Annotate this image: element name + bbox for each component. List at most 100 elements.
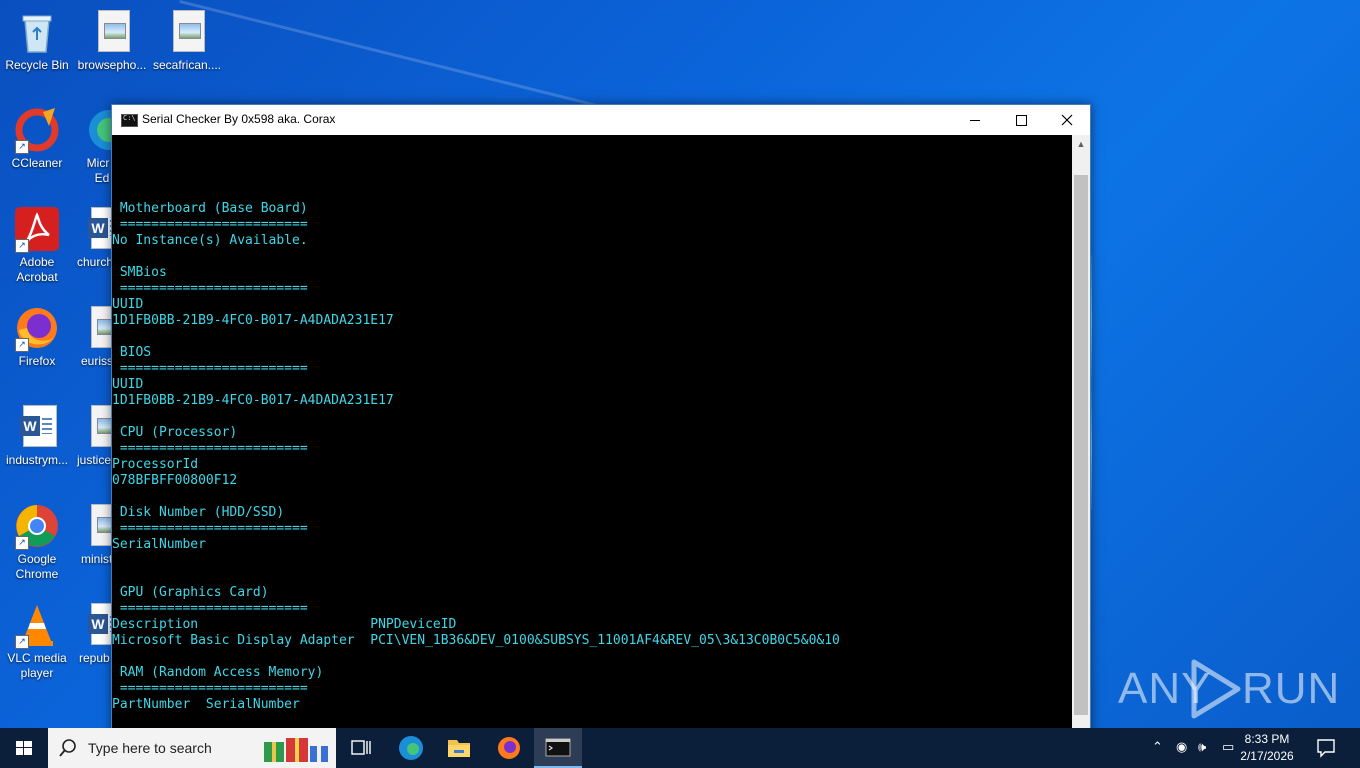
- word-doc-icon: W: [13, 403, 61, 451]
- notification-icon[interactable]: [1316, 738, 1336, 758]
- desktop-icon-label: VLC media: [7, 651, 67, 665]
- desktop-icon-vlc[interactable]: ↗ VLC media player: [0, 601, 74, 681]
- taskbar-clock[interactable]: 8:33 PM 2/17/2026: [1232, 731, 1302, 765]
- minimize-button[interactable]: [952, 105, 998, 135]
- taskbar-firefox[interactable]: [485, 728, 533, 768]
- desktop-icon-label: Acrobat: [16, 270, 58, 284]
- console-line: ========================: [112, 217, 308, 232]
- search-placeholder: Type here to search: [88, 740, 212, 756]
- anyrun-watermark: ANY RUN: [1118, 656, 1339, 722]
- task-view-icon: [351, 740, 371, 755]
- recycle-bin-icon: [13, 8, 61, 56]
- file-explorer-icon: [448, 740, 470, 757]
- play-logo-icon: [1191, 659, 1241, 719]
- desktop-icon-label: euriss: [81, 354, 111, 368]
- word-doc-icon: W: [81, 601, 111, 649]
- scrollbar-thumb[interactable]: [1074, 175, 1088, 715]
- image-file-icon: [81, 304, 111, 352]
- close-icon: [1061, 114, 1073, 126]
- desktop-icon-label: Adobe: [19, 255, 55, 269]
- desktop-icon-church[interactable]: W church: [75, 205, 111, 270]
- start-button[interactable]: [0, 728, 48, 768]
- word-doc-icon: W: [81, 205, 111, 253]
- gifts-highlight-icon: [264, 738, 328, 762]
- console-line: ========================: [112, 361, 308, 376]
- console-window[interactable]: Serial Checker By 0x598 aka. Corax Mothe…: [111, 104, 1091, 746]
- maximize-icon: [1015, 114, 1027, 126]
- console-line: SMBios: [112, 265, 167, 280]
- console-line: 1D1FB0BB-21B9-4FC0-B017-A4DADA231E17: [112, 313, 394, 328]
- desktop-icon-label: Chrome: [15, 567, 59, 581]
- console-scrollbar[interactable]: ▲: [1072, 135, 1090, 745]
- console-line: UUID: [112, 297, 144, 312]
- cmd-icon: [545, 738, 571, 757]
- desktop-icon-firefox[interactable]: ↗ Firefox: [0, 304, 74, 369]
- firefox-icon: ↗: [13, 304, 61, 352]
- vlc-icon: ↗: [13, 601, 61, 649]
- desktop-icon-label: justice: [77, 453, 111, 467]
- desktop-icon-label: CCleaner: [11, 156, 63, 170]
- desktop-icon-label: Recycle Bin: [5, 58, 69, 72]
- desktop-icon-ccleaner[interactable]: ↗ CCleaner: [0, 106, 74, 171]
- desktop-icon-label: church: [77, 255, 111, 269]
- taskbar: Type here to search ⌃ ◉ 🕪 ▭ 8:33 PM 2/17…: [0, 728, 1360, 768]
- taskbar-console[interactable]: [534, 728, 582, 768]
- desktop: Recycle Bin browsepho... secafrican.... …: [0, 0, 1360, 768]
- console-line: ========================: [112, 681, 308, 696]
- volume-icon[interactable]: 🕪: [1198, 740, 1206, 755]
- console-line: ========================: [112, 601, 308, 616]
- minimize-icon: [970, 119, 980, 121]
- edge-icon: [85, 106, 111, 154]
- console-line: ========================: [112, 521, 308, 536]
- console-line: Description PNPDeviceID: [112, 617, 457, 632]
- watermark-text-right: RUN: [1242, 664, 1341, 713]
- console-line: PartNumber SerialNumber: [112, 697, 300, 712]
- console-line: Motherboard (Base Board): [112, 201, 308, 216]
- desktop-icon-recycle-bin[interactable]: Recycle Bin: [0, 8, 74, 73]
- desktop-icon-label: Firefox: [18, 354, 56, 368]
- console-line: UUID: [112, 377, 144, 392]
- search-icon: [59, 739, 76, 757]
- desktop-icon-industrym[interactable]: W industrym...: [0, 403, 74, 468]
- console-output[interactable]: Motherboard (Base Board) ===============…: [112, 135, 1072, 745]
- maximize-button[interactable]: [998, 105, 1044, 135]
- console-line: ProcessorId: [112, 457, 199, 472]
- desktop-icon-repub[interactable]: W repub: [75, 601, 111, 666]
- desktop-icon-euriss[interactable]: euriss: [75, 304, 111, 369]
- taskbar-edge[interactable]: [387, 728, 435, 768]
- desktop-icon-edge[interactable]: Micr Ed: [75, 106, 111, 186]
- desktop-icon-label: secafrican....: [152, 58, 222, 72]
- chevron-up-icon[interactable]: ⌃: [1152, 740, 1163, 755]
- window-title: Serial Checker By 0x598 aka. Corax: [142, 112, 336, 126]
- console-line: Disk Number (HDD/SSD): [112, 505, 285, 520]
- desktop-icon-justice[interactable]: justice: [75, 403, 111, 468]
- console-line: Microsoft Basic Display Adapter PCI\VEN_…: [112, 633, 840, 648]
- desktop-icon-chrome[interactable]: ↗ Google Chrome: [0, 502, 74, 582]
- console-line: BIOS: [112, 345, 152, 360]
- desktop-icon-label: industrym...: [5, 453, 68, 467]
- console-line: 078BFBFF00800F12: [112, 473, 238, 488]
- desktop-icon-minist[interactable]: minist: [75, 502, 111, 567]
- meet-now-icon[interactable]: ◉: [1176, 740, 1187, 755]
- edge-icon: [399, 736, 423, 760]
- console-line: ========================: [112, 441, 308, 456]
- ccleaner-icon: ↗: [13, 106, 61, 154]
- console-line: GPU (Graphics Card): [112, 585, 269, 600]
- desktop-icon-secafrican[interactable]: secafrican....: [150, 8, 224, 73]
- console-line: ========================: [112, 281, 308, 296]
- clock-date: 2/17/2026: [1240, 749, 1294, 763]
- taskbar-file-explorer[interactable]: [435, 728, 483, 768]
- close-button[interactable]: [1044, 105, 1090, 135]
- window-titlebar[interactable]: Serial Checker By 0x598 aka. Corax: [112, 105, 1090, 135]
- taskbar-search-box[interactable]: Type here to search: [48, 728, 336, 768]
- image-file-icon: [81, 502, 111, 550]
- cmd-icon: [121, 114, 138, 127]
- desktop-icon-label: Google: [17, 552, 57, 566]
- desktop-icon-acrobat[interactable]: ↗ Adobe Acrobat: [0, 205, 74, 285]
- task-view-button[interactable]: [336, 728, 384, 768]
- scroll-up-arrow-icon[interactable]: ▲: [1072, 135, 1090, 153]
- desktop-icon-browsephoto[interactable]: browsepho...: [75, 8, 149, 73]
- clock-time: 8:33 PM: [1244, 732, 1290, 746]
- desktop-icon-label: browsepho...: [77, 58, 147, 72]
- desktop-icon-label: repub: [79, 651, 110, 665]
